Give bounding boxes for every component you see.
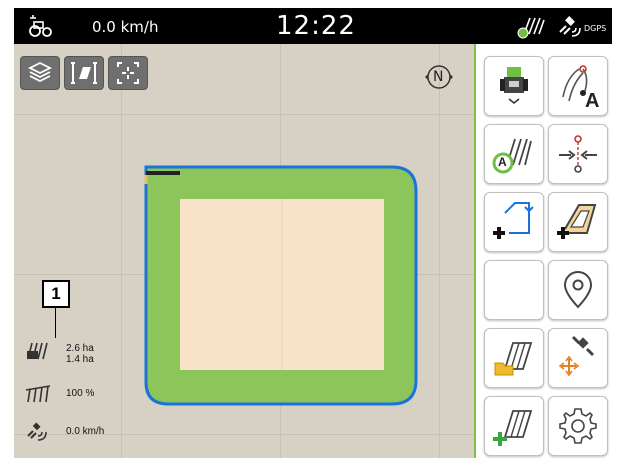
guidance-letter: A xyxy=(585,90,600,112)
section-control-auto-icon xyxy=(492,138,532,174)
gps-speed: 0.0 km/h xyxy=(66,426,105,437)
move-gps-button[interactable] xyxy=(548,328,608,388)
dgps-label: DGPS xyxy=(584,24,607,33)
settings-gear-icon xyxy=(559,408,597,444)
add-headland-button[interactable] xyxy=(548,192,608,252)
boom-percent: 100 % xyxy=(66,388,95,399)
new-field-icon xyxy=(493,410,533,446)
field-map[interactable]: N 1 2.6 ha 1.4 ha 100 % 0.0 km/h xyxy=(14,44,474,458)
add-boundary-button[interactable] xyxy=(484,192,544,252)
callout-line xyxy=(55,306,56,338)
area-worked: 1.4 ha xyxy=(66,354,94,365)
tractor-icon xyxy=(29,15,52,37)
vehicle-icon xyxy=(500,67,528,104)
empty-slot-button[interactable] xyxy=(484,260,544,320)
section-control-icon xyxy=(517,17,545,39)
gps-speed-icon xyxy=(27,422,47,441)
set-point-icon xyxy=(559,135,597,173)
section-letter: A xyxy=(498,155,507,169)
area-icon xyxy=(27,342,48,360)
location-pin-icon xyxy=(563,271,593,309)
clock: 12:22 xyxy=(276,11,356,41)
new-field-button[interactable] xyxy=(484,396,544,456)
section-control-button[interactable]: A xyxy=(484,124,544,184)
speed-readout: 0.0 km/h xyxy=(92,18,159,36)
move-gps-icon xyxy=(558,335,595,377)
callout-marker: 1 xyxy=(42,280,70,308)
boom-icon xyxy=(25,385,51,403)
open-field-button[interactable] xyxy=(484,328,544,388)
add-boundary-icon xyxy=(493,202,534,239)
open-field-icon xyxy=(494,342,533,376)
settings-button[interactable] xyxy=(548,396,608,456)
machine-marker xyxy=(146,171,180,175)
set-point-button[interactable] xyxy=(548,124,608,184)
area-total: 2.6 ha xyxy=(66,343,94,354)
add-headland-icon xyxy=(557,204,597,239)
gps-satellite-icon xyxy=(559,16,581,37)
location-pin-button[interactable] xyxy=(548,260,608,320)
terminal-frame: 0.0 km/h 12:22 DGPS N 1 2.6 ha 1.4 ha 10… xyxy=(0,0,620,459)
function-sidebar: A A xyxy=(474,44,614,458)
guidance-line-button[interactable]: A xyxy=(548,56,608,116)
status-bar: 0.0 km/h 12:22 DGPS xyxy=(14,8,612,44)
vehicle-button[interactable] xyxy=(484,56,544,116)
